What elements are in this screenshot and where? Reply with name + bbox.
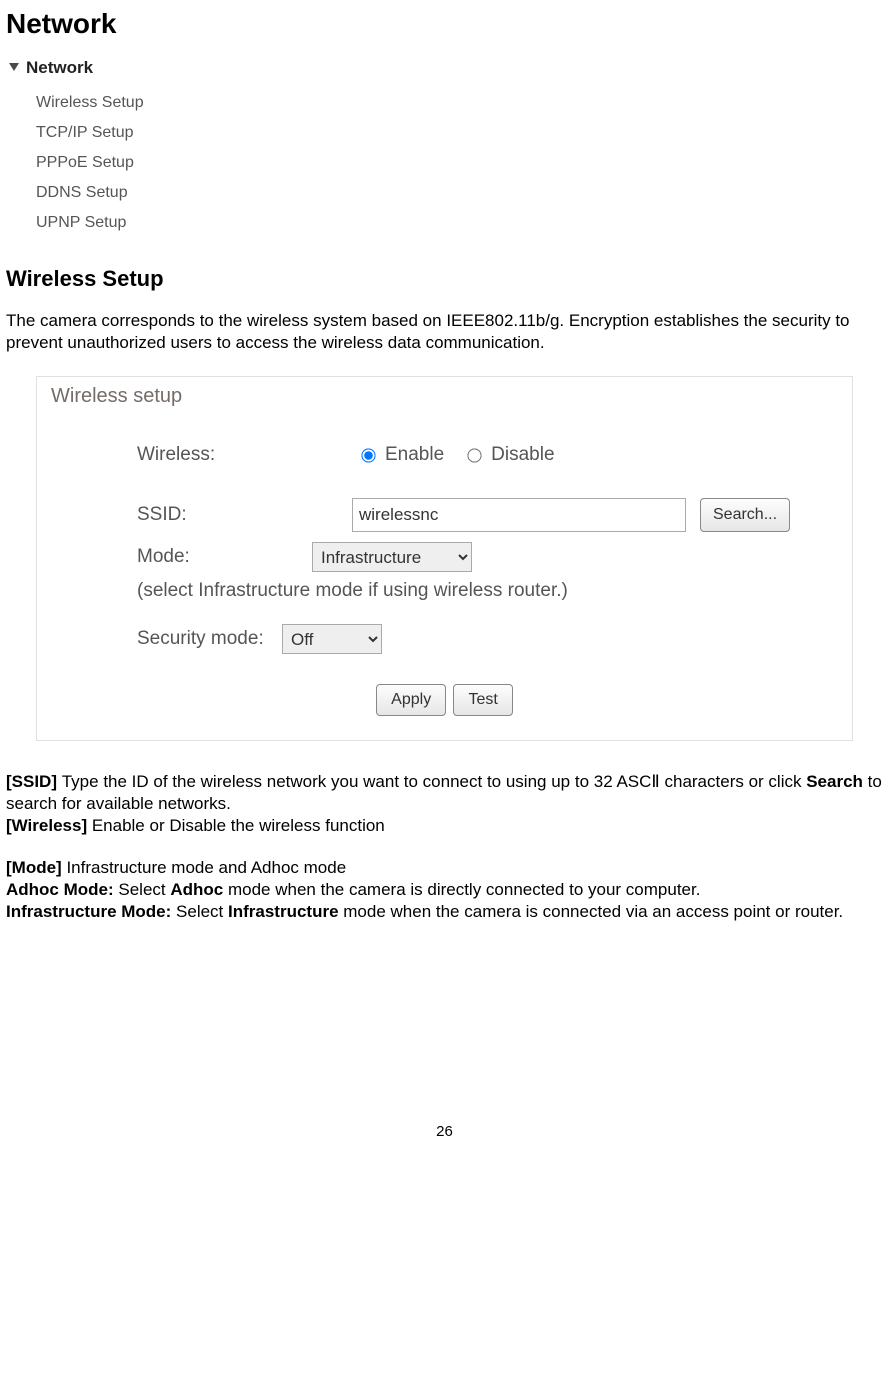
disable-label: Disable — [491, 444, 554, 466]
wireless-tag: [Wireless] — [6, 816, 92, 835]
infra-tag: Infrastructure Mode: — [6, 902, 176, 921]
wireless-enable-radio[interactable] — [361, 448, 375, 462]
adhoc-tag: Adhoc Mode: — [6, 880, 118, 899]
ssid-tag: [SSID] — [6, 772, 62, 791]
nav-item-upnp-setup[interactable]: UPNP Setup — [36, 208, 883, 238]
mode-label: Mode: — [137, 546, 312, 568]
security-label: Security mode: — [137, 628, 282, 650]
infra-bold: Infrastructure — [228, 902, 339, 921]
ssid-desc-a: Type the ID of the wireless network you … — [62, 772, 806, 791]
section-heading: Wireless Setup — [6, 266, 883, 292]
page-number: 26 — [6, 1123, 883, 1160]
nav-header-label: Network — [26, 58, 93, 78]
nav-header[interactable]: Network — [8, 58, 883, 78]
search-button[interactable]: Search... — [700, 498, 790, 532]
mode-tag: [Mode] — [6, 858, 66, 877]
nav-item-wireless-setup[interactable]: Wireless Setup — [36, 88, 883, 118]
infra-a: Select — [176, 902, 228, 921]
ssid-label: SSID: — [137, 504, 352, 526]
nav-item-ddns-setup[interactable]: DDNS Setup — [36, 178, 883, 208]
page-title: Network — [6, 8, 883, 40]
mode-hint: (select Infrastructure mode if using wir… — [37, 580, 852, 602]
mode-select[interactable]: Infrastructure — [312, 542, 472, 572]
adhoc-bold: Adhoc — [170, 880, 223, 899]
triangle-down-icon — [8, 58, 26, 78]
wireless-label: Wireless: — [137, 444, 352, 466]
security-row: Security mode: Off — [37, 618, 852, 660]
wireless-disable-radio[interactable] — [468, 448, 482, 462]
description-block: [SSID] Type the ID of the wireless netwo… — [6, 771, 883, 923]
ssid-row: SSID: Search... — [37, 494, 852, 536]
mode-row: Mode: Infrastructure — [37, 536, 852, 578]
security-select[interactable]: Off — [282, 624, 382, 654]
apply-button[interactable]: Apply — [376, 684, 446, 716]
wireless-row: Wireless: Enable Disable — [37, 434, 852, 476]
network-nav: Network Wireless Setup TCP/IP Setup PPPo… — [8, 58, 883, 238]
adhoc-a: Select — [118, 880, 170, 899]
nav-item-pppoe-setup[interactable]: PPPoE Setup — [36, 148, 883, 178]
ssid-input[interactable] — [352, 498, 686, 532]
intro-text: The camera corresponds to the wireless s… — [6, 310, 883, 354]
ssid-bold: Search — [806, 772, 863, 791]
form-title: Wireless setup — [51, 385, 852, 408]
enable-label: Enable — [385, 444, 444, 466]
adhoc-b: mode when the camera is directly connect… — [223, 880, 700, 899]
test-button[interactable]: Test — [453, 684, 512, 716]
mode-desc: Infrastructure mode and Adhoc mode — [66, 858, 346, 877]
nav-item-tcpip-setup[interactable]: TCP/IP Setup — [36, 118, 883, 148]
wireless-desc: Enable or Disable the wireless function — [92, 816, 385, 835]
infra-b: mode when the camera is connected via an… — [339, 902, 844, 921]
wireless-setup-form: Wireless setup Wireless: Enable Disable … — [36, 376, 853, 741]
